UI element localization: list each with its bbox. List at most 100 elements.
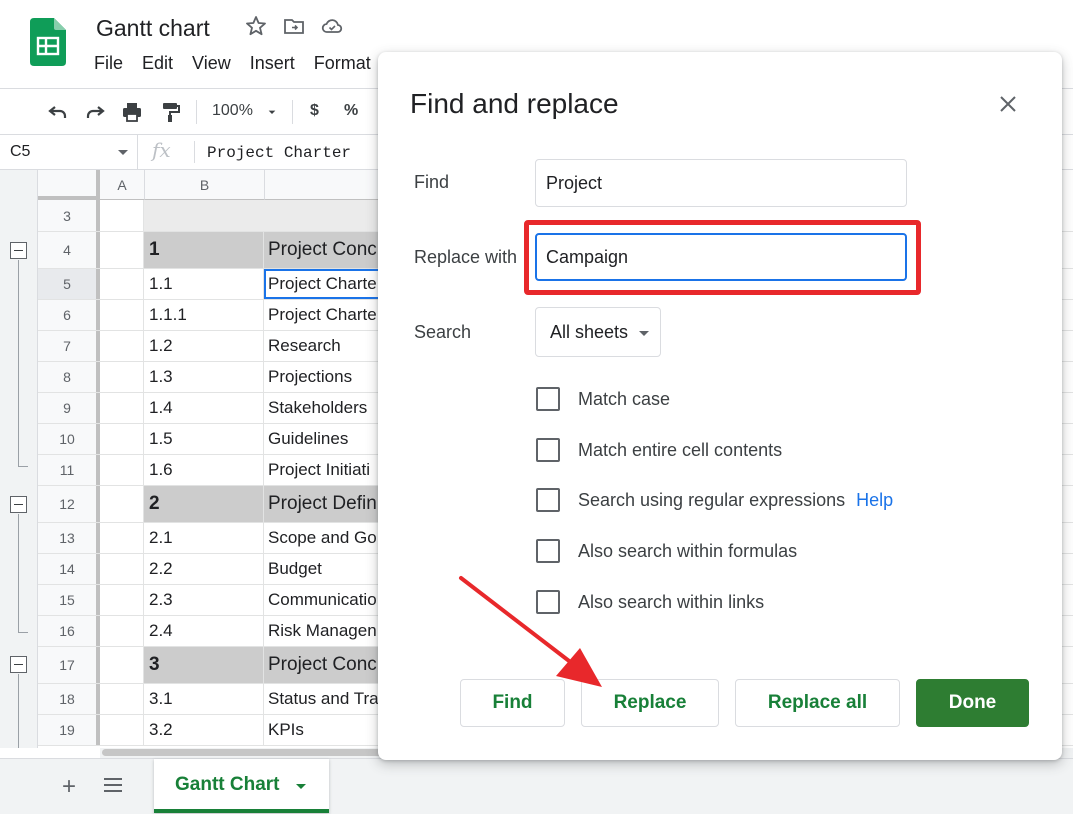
all-sheets-menu-icon[interactable] — [104, 778, 124, 796]
find-input[interactable] — [535, 159, 907, 207]
row-header[interactable]: 13 — [38, 523, 100, 553]
row-header[interactable]: 19 — [38, 715, 100, 745]
cell-b[interactable]: 1.6 — [144, 455, 264, 485]
row-header[interactable]: 16 — [38, 616, 100, 646]
menu-file[interactable]: File — [94, 53, 123, 74]
sheets-logo-icon[interactable] — [30, 18, 66, 66]
collapse-group-1-button[interactable] — [10, 242, 27, 259]
cell-b[interactable]: 2.1 — [144, 523, 264, 553]
menu-insert[interactable]: Insert — [250, 53, 295, 74]
search-formulas-checkbox[interactable] — [536, 539, 560, 563]
column-header-c[interactable] — [265, 170, 385, 200]
row-header[interactable]: 15 — [38, 585, 100, 615]
percent-format-button[interactable]: % — [344, 102, 358, 120]
undo-button[interactable] — [44, 99, 72, 125]
paint-format-button[interactable] — [156, 99, 184, 125]
column-header-a[interactable]: A — [100, 170, 145, 200]
cell-a[interactable] — [100, 362, 144, 392]
cloud-saved-icon[interactable] — [320, 14, 344, 38]
row-header[interactable]: 9 — [38, 393, 100, 423]
row-header[interactable]: 8 — [38, 362, 100, 392]
cell-a[interactable] — [100, 455, 144, 485]
search-formulas-option[interactable]: Also search within formulas — [536, 538, 797, 564]
cell-a[interactable] — [100, 585, 144, 615]
cell-a[interactable] — [100, 647, 144, 683]
find-button[interactable]: Find — [460, 679, 565, 727]
cell-b[interactable]: 1.1 — [144, 269, 264, 299]
sheet-tab-gantt-chart[interactable]: Gantt Chart — [154, 759, 329, 813]
column-header-b[interactable]: B — [145, 170, 265, 200]
cell-a[interactable] — [100, 554, 144, 584]
cell-a[interactable] — [100, 684, 144, 714]
cell-a[interactable] — [100, 486, 144, 522]
cell-b[interactable]: 1.4 — [144, 393, 264, 423]
cell-a[interactable] — [100, 616, 144, 646]
cell-a[interactable] — [100, 523, 144, 553]
formula-input[interactable]: Project Charter — [207, 144, 351, 162]
match-case-option[interactable]: Match case — [536, 386, 670, 412]
cell-b[interactable]: 3.2 — [144, 715, 264, 745]
regex-option[interactable]: Search using regular expressions Help — [536, 487, 893, 513]
row-header[interactable]: 7 — [38, 331, 100, 361]
row-header[interactable]: 4 — [38, 232, 100, 268]
collapse-group-3-button[interactable] — [10, 656, 27, 673]
match-entire-cell-checkbox[interactable] — [536, 438, 560, 462]
cell-b[interactable]: 1.1.1 — [144, 300, 264, 330]
row-header[interactable]: 6 — [38, 300, 100, 330]
cell-b[interactable]: 3 — [144, 647, 264, 683]
name-box[interactable]: C5 — [0, 135, 138, 169]
cell-a[interactable] — [100, 269, 144, 299]
cell-b[interactable]: 1 — [144, 232, 264, 268]
cell-b[interactable]: 1.2 — [144, 331, 264, 361]
cell-b[interactable]: 2.4 — [144, 616, 264, 646]
regex-help-link[interactable]: Help — [856, 490, 893, 511]
zoom-select[interactable]: 100% — [212, 102, 253, 120]
print-button[interactable] — [118, 99, 146, 125]
menu-format[interactable]: Format — [314, 53, 371, 74]
zoom-dropdown[interactable] — [264, 99, 280, 125]
row-header[interactable]: 3 — [38, 200, 100, 231]
row-header[interactable]: 10 — [38, 424, 100, 454]
cell-b[interactable]: 3.1 — [144, 684, 264, 714]
collapse-group-2-button[interactable] — [10, 496, 27, 513]
document-title[interactable]: Gantt chart — [96, 15, 210, 42]
row-header[interactable]: 5 — [38, 269, 100, 299]
cell-b[interactable]: 2 — [144, 486, 264, 522]
cell-a[interactable] — [100, 331, 144, 361]
select-all-corner[interactable] — [38, 170, 100, 200]
search-scope-select[interactable]: All sheets — [535, 307, 661, 357]
replace-button[interactable]: Replace — [581, 679, 719, 727]
cell-a[interactable] — [100, 232, 144, 268]
replace-all-button[interactable]: Replace all — [735, 679, 900, 727]
row-header[interactable]: 14 — [38, 554, 100, 584]
menu-view[interactable]: View — [192, 53, 231, 74]
cell-a[interactable] — [100, 715, 144, 745]
cell-a[interactable] — [100, 200, 144, 231]
star-icon[interactable] — [244, 14, 268, 38]
row-header[interactable]: 18 — [38, 684, 100, 714]
cell-b[interactable]: 1.5 — [144, 424, 264, 454]
currency-format-button[interactable]: $ — [310, 102, 319, 120]
row-header[interactable]: 11 — [38, 455, 100, 485]
cell-b[interactable]: 2.2 — [144, 554, 264, 584]
cell-a[interactable] — [100, 424, 144, 454]
cell-a[interactable] — [100, 393, 144, 423]
move-folder-icon[interactable] — [282, 14, 306, 38]
cell-b[interactable]: 1.3 — [144, 362, 264, 392]
menu-edit[interactable]: Edit — [142, 53, 173, 74]
add-sheet-plus-icon[interactable]: + — [62, 773, 76, 801]
match-case-checkbox[interactable] — [536, 387, 560, 411]
cell-b[interactable]: 2.3 — [144, 585, 264, 615]
cell-a[interactable] — [100, 300, 144, 330]
row-header[interactable]: 17 — [38, 647, 100, 683]
close-icon[interactable] — [997, 93, 1019, 115]
search-links-option[interactable]: Also search within links — [536, 589, 764, 615]
match-entire-cell-option[interactable]: Match entire cell contents — [536, 437, 782, 463]
row-header[interactable]: 12 — [38, 486, 100, 522]
search-links-checkbox[interactable] — [536, 590, 560, 614]
done-button[interactable]: Done — [916, 679, 1029, 727]
redo-button[interactable] — [81, 99, 109, 125]
regex-checkbox[interactable] — [536, 488, 560, 512]
group-bracket — [18, 674, 19, 748]
sheet-tab-caret-icon[interactable] — [296, 784, 306, 789]
